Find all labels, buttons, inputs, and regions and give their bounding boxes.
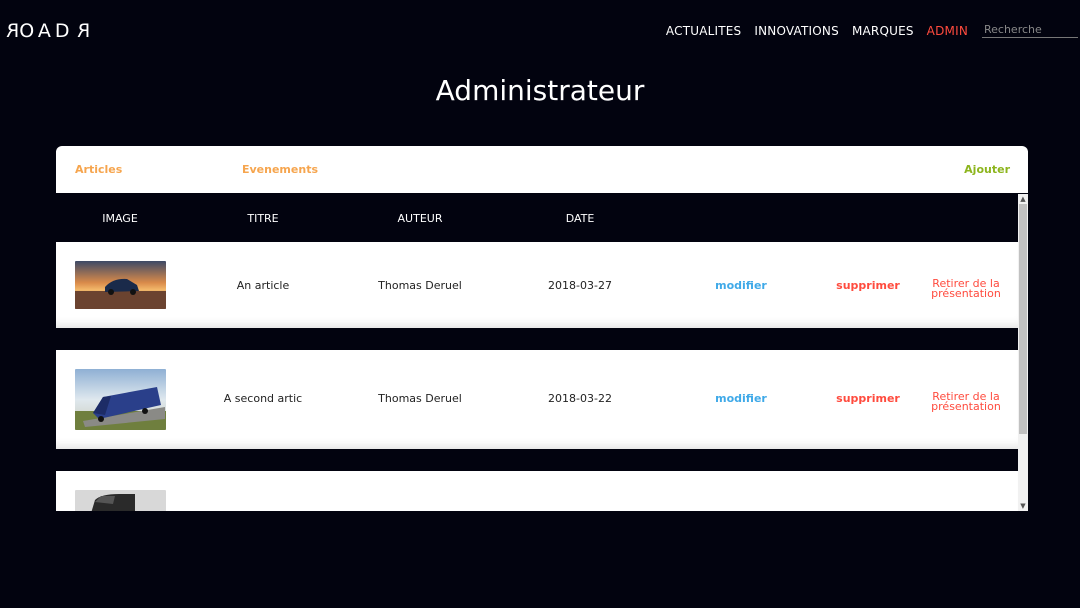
article-thumbnail[interactable] [75, 261, 166, 309]
tab-evenements[interactable]: Evenements [242, 163, 318, 176]
logo-letter-r-mirrored: R [2, 20, 20, 42]
table-row: A second artic Thomas Deruel 2018-03-22 … [56, 350, 1018, 449]
brand-logo[interactable]: ROADR [2, 20, 91, 42]
logo-letter-o: O [19, 20, 38, 42]
article-title: A second artic [223, 392, 303, 405]
retirer-presentation-link[interactable]: Retirer de la présentation [921, 278, 1011, 299]
modifier-link[interactable]: modifier [715, 392, 767, 405]
logo-letter-a: A [37, 20, 55, 42]
column-header-titre: TITRE [247, 212, 279, 225]
table-row: An article Thomas Deruel 2018-03-27 modi… [56, 242, 1018, 328]
column-header-auteur: AUTEUR [397, 212, 443, 225]
article-author: Thomas Deruel [378, 392, 462, 405]
column-header-date: DATE [565, 212, 595, 225]
nav-innovations[interactable]: INNOVATIONS [754, 24, 839, 38]
supprimer-link[interactable]: supprimer [836, 392, 900, 405]
nav-actualites[interactable]: ACTUALITES [666, 24, 741, 38]
add-button[interactable]: Ajouter [964, 163, 1010, 176]
app-root: ROADR ACTUALITES INNOVATIONS MARQUES ADM… [0, 0, 1080, 608]
admin-tabbar: Articles Evenements Ajouter [56, 146, 1028, 193]
table-header: IMAGE TITRE AUTEUR DATE [56, 194, 1018, 242]
column-header-image: IMAGE [102, 212, 138, 225]
table-row [56, 471, 1018, 511]
van-image-icon [75, 490, 166, 511]
article-author: Thomas Deruel [378, 279, 462, 292]
truck-image-icon [75, 369, 166, 430]
car-sunset-image-icon [75, 261, 166, 309]
tab-articles[interactable]: Articles [75, 163, 122, 176]
scroll-up-icon[interactable]: ▲ [1018, 194, 1028, 204]
search-input[interactable] [982, 21, 1078, 38]
article-date: 2018-03-22 [548, 392, 612, 405]
retirer-presentation-link[interactable]: Retirer de la présentation [921, 391, 1011, 412]
logo-letter-r-end: R [73, 20, 91, 42]
scrollbar-thumb[interactable] [1019, 204, 1027, 434]
supprimer-link[interactable]: supprimer [836, 279, 900, 292]
logo-letter-d: D [54, 20, 74, 42]
nav-marques[interactable]: MARQUES [852, 24, 914, 38]
article-title: An article [236, 279, 290, 292]
scroll-down-icon[interactable]: ▼ [1018, 501, 1028, 511]
articles-table: IMAGE TITRE AUTEUR DATE An article Thoma… [56, 194, 1028, 511]
article-thumbnail[interactable] [75, 490, 166, 511]
modifier-link[interactable]: modifier [715, 279, 767, 292]
table-scrollbar[interactable]: ▲ ▼ [1018, 194, 1028, 511]
page-title: Administrateur [435, 74, 645, 107]
main-nav: ACTUALITES INNOVATIONS MARQUES ADMIN [666, 24, 968, 38]
article-thumbnail[interactable] [75, 369, 166, 430]
nav-admin[interactable]: ADMIN [927, 24, 968, 38]
article-date: 2018-03-27 [548, 279, 612, 292]
